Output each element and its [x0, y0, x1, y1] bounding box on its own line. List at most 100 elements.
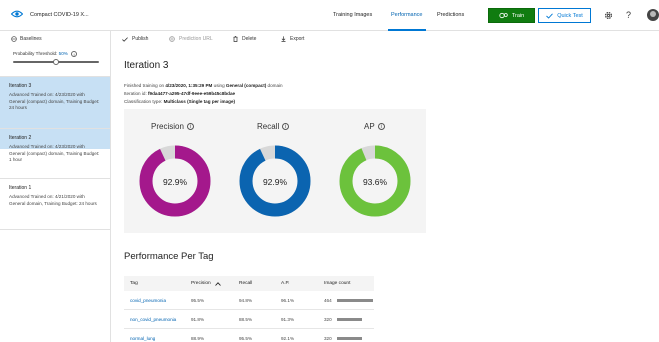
recall-cell: 94.8%: [239, 298, 253, 303]
recall-label-text: Recall: [257, 122, 280, 131]
avatar[interactable]: [647, 9, 659, 21]
info-icon[interactable]: i: [71, 51, 78, 57]
classification-prefix: Classification type:: [124, 99, 164, 104]
image-count-bar: [337, 299, 373, 302]
ap-cell: 91.3%: [281, 317, 295, 322]
baselines-label: Baselines: [20, 36, 42, 42]
quick-test-button[interactable]: Quick Test: [538, 8, 591, 23]
precision-label: Precision i: [151, 122, 194, 131]
quick-test-label: Quick Test: [557, 12, 583, 19]
iteration-id-prefix: Iteration id:: [124, 91, 149, 96]
baselines-toggle[interactable]: Baselines: [11, 36, 42, 42]
precision-cell: 95.5%: [191, 298, 205, 303]
info-icon[interactable]: i: [282, 123, 290, 130]
tab-performance[interactable]: Performance: [391, 12, 423, 18]
iteration-description: Advanced Trained on: 4/23/2020 with Gene…: [9, 144, 100, 163]
classification-line: Classification type: Multiclass (Single …: [124, 99, 235, 104]
gear-icon[interactable]: [604, 11, 613, 20]
export-label: Export: [290, 36, 305, 42]
training-info: Finished training on 4/23/2020, 1:35:29 …: [124, 83, 283, 88]
globe-icon: [169, 36, 175, 42]
table-row: covid_pneumonia 95.5% 94.8% 96.1% 464: [124, 291, 374, 310]
prediction-url-label: Prediction URL: [179, 36, 213, 42]
finished-domain: General (compact): [225, 83, 267, 88]
header-recall[interactable]: Recall: [239, 281, 252, 286]
eye-logo-icon: [11, 10, 23, 18]
count-cell: 320: [324, 317, 332, 322]
ap-cell: 96.1%: [281, 298, 295, 303]
image-count-bar: [337, 337, 362, 340]
train-label: Train: [511, 12, 525, 19]
gears-icon: [499, 12, 508, 19]
table-row: non_covid_pneumonia 91.8% 88.5% 91.3% 32…: [124, 310, 374, 329]
threshold-label: Probability Threshold:: [13, 51, 58, 57]
threshold-value: 50%: [58, 51, 68, 57]
prediction-url-button[interactable]: Prediction URL: [169, 36, 213, 42]
export-button[interactable]: Export: [281, 36, 304, 42]
trash-icon: [233, 36, 238, 42]
iteration-title: Iteration 3: [9, 83, 32, 89]
finished-prefix: Finished training on: [124, 83, 166, 88]
iteration-id: f9da4477-a295-47df-9eee-e59b45c8bdae: [148, 91, 236, 96]
top-bar: Compact COVID-19 X... Training Images Pe…: [0, 0, 659, 31]
help-icon[interactable]: ?: [626, 10, 631, 20]
performance-per-tag-heading: Performance Per Tag: [124, 251, 214, 262]
header-tag[interactable]: Tag: [130, 281, 138, 286]
iteration-id-line: Iteration id: f9da4477-a295-47df-9eee-e5…: [124, 91, 235, 96]
recall-value: 92.9%: [262, 177, 288, 187]
page-title: Iteration 3: [124, 60, 169, 71]
count-cell: 464: [324, 298, 332, 303]
header-precision[interactable]: Precision: [191, 281, 221, 286]
iteration-title: Iteration 1: [9, 185, 32, 191]
probability-threshold: Probability Threshold: 50% i: [13, 51, 78, 57]
project-name[interactable]: Compact COVID-19 X...: [30, 12, 89, 18]
precision-value: 92.9%: [162, 177, 188, 187]
iteration-title: Iteration 2: [9, 135, 32, 141]
precision-label-text: Precision: [151, 122, 184, 131]
info-icon[interactable]: i: [186, 123, 194, 130]
recall-cell: 95.5%: [239, 336, 253, 341]
iteration-toolbar: Publish Prediction URL Delete Export: [111, 31, 659, 49]
publish-button[interactable]: Publish: [122, 36, 148, 42]
image-count-bar: [337, 318, 362, 321]
header-ap[interactable]: A.P.: [281, 281, 289, 286]
delete-button[interactable]: Delete: [233, 36, 256, 42]
finished-date: 4/23/2020, 1:35:29 PM: [165, 83, 213, 88]
tag-table-header: Tag Precision Recall A.P. Image count: [124, 276, 374, 291]
tab-training-images[interactable]: Training Images: [333, 12, 372, 18]
count-cell: 320: [324, 336, 332, 341]
tab-predictions[interactable]: Predictions: [437, 12, 464, 18]
recall-label: Recall i: [257, 122, 290, 131]
checkmark-icon: [546, 12, 554, 19]
tag-link[interactable]: covid_pneumonia: [130, 298, 166, 303]
ap-value: 93.6%: [362, 177, 388, 187]
threshold-slider-handle[interactable]: [53, 59, 59, 65]
classification-type: Multiclass (Single tag per image): [163, 99, 236, 104]
ap-label: AP i: [364, 122, 385, 131]
download-icon: [281, 36, 286, 42]
iterations-sidebar: Baselines Probability Threshold: 50% i I…: [0, 31, 111, 342]
ap-label-text: AP: [364, 122, 375, 131]
precision-cell: 91.8%: [191, 317, 205, 322]
publish-label: Publish: [132, 36, 149, 42]
baselines-icon: [11, 36, 17, 42]
checkmark-icon: [122, 36, 128, 42]
iteration-item-2[interactable]: Iteration 2 Advanced Trained on: 4/23/20…: [0, 128, 110, 178]
tag-link[interactable]: normal_lung: [130, 336, 155, 341]
precision-cell: 88.9%: [191, 336, 205, 341]
recall-cell: 88.5%: [239, 317, 253, 322]
iteration-description: Advanced Trained on: 4/21/2020 with Gene…: [9, 194, 97, 206]
delete-label: Delete: [242, 36, 257, 42]
finished-mid: using: [212, 83, 226, 88]
header-precision-label: Precision: [191, 281, 211, 286]
header-image-count[interactable]: Image count: [324, 281, 350, 286]
table-row: normal_lung 88.9% 95.5% 92.1% 320: [124, 329, 374, 342]
train-button[interactable]: Train: [488, 8, 535, 23]
info-icon[interactable]: i: [377, 123, 385, 130]
sort-ascending-icon: [214, 281, 221, 286]
ap-cell: 92.1%: [281, 336, 295, 341]
tag-link[interactable]: non_covid_pneumonia: [130, 317, 176, 322]
iteration-item-1[interactable]: Iteration 1 Advanced Trained on: 4/21/20…: [0, 178, 110, 230]
iteration-description: Advanced Trained on: 4/23/2020 with Gene…: [9, 92, 100, 111]
finished-suffix: domain: [266, 83, 283, 88]
